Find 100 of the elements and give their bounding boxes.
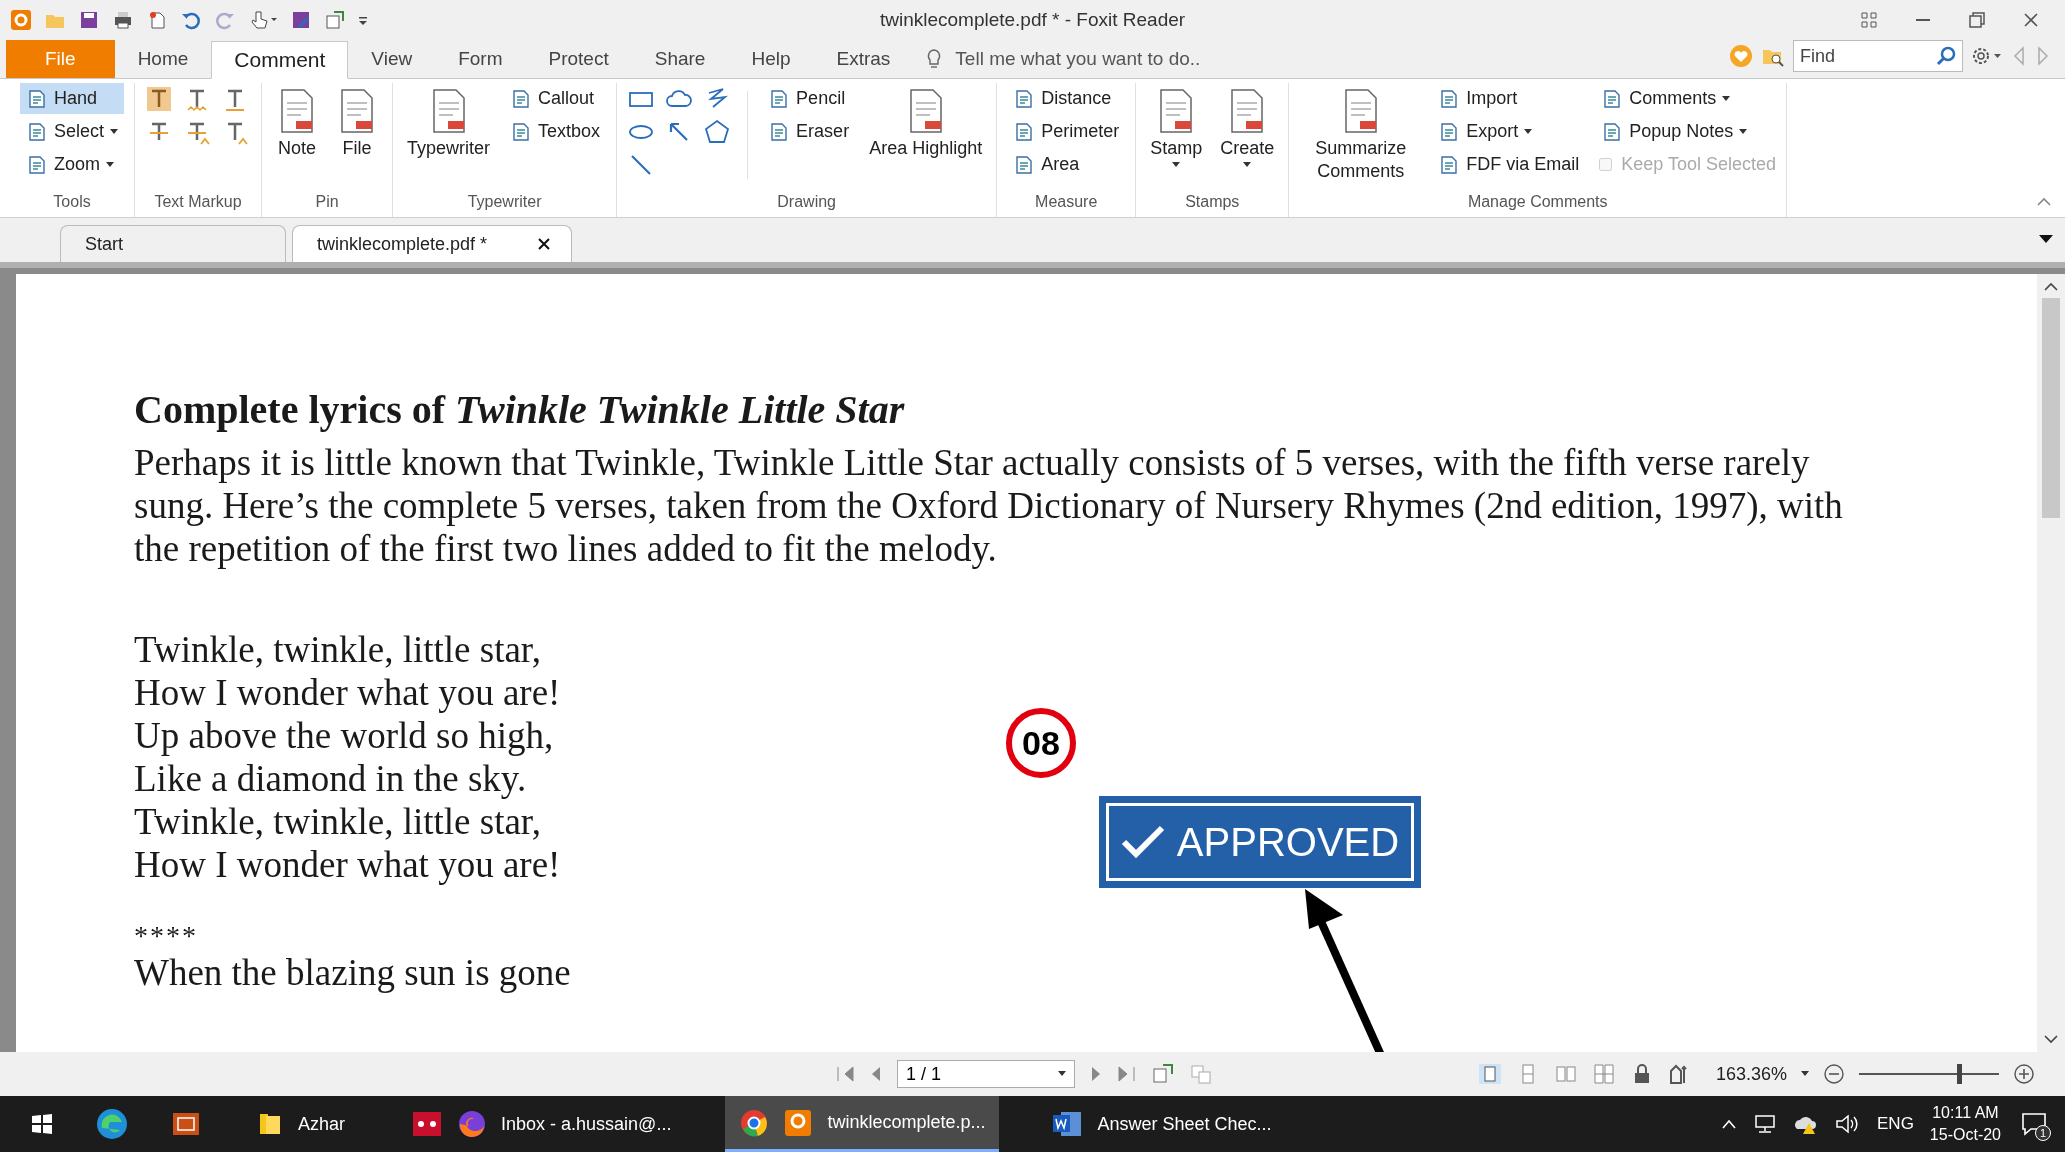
first-page-icon[interactable] bbox=[835, 1065, 855, 1083]
ribbon-tab[interactable]: Home bbox=[114, 40, 212, 78]
vertical-scrollbar[interactable] bbox=[2037, 274, 2065, 1052]
document-tab-label[interactable]: twinklecomplete.pdf * bbox=[317, 233, 488, 255]
scroll-down-icon[interactable] bbox=[2044, 1034, 2058, 1044]
verse-line: Up above the world so high, bbox=[134, 714, 554, 757]
clock-time[interactable]: 10:11 AM bbox=[1932, 1102, 1999, 1124]
ribbon-button[interactable]: Textbox bbox=[504, 116, 607, 147]
taskbar-app-button[interactable]: Answer Sheet Chec... bbox=[1039, 1096, 1286, 1152]
verse-line: Like a diamond in the sky. bbox=[134, 757, 527, 800]
network-icon[interactable] bbox=[1753, 1113, 1777, 1135]
ribbon-tab[interactable]: View bbox=[348, 40, 436, 78]
scroll-thumb[interactable] bbox=[2042, 298, 2060, 518]
ribbon-button[interactable]: Summarize Comments bbox=[1299, 83, 1423, 187]
caret-icon bbox=[1722, 95, 1731, 102]
notification-center-button[interactable]: 1 bbox=[2017, 1107, 2051, 1141]
ribbon-tab[interactable]: Help bbox=[728, 40, 814, 78]
ribbon-button[interactable]: Popup Notes bbox=[1595, 116, 1777, 147]
tell-me-field[interactable]: Tell me what you want to do.. bbox=[953, 47, 1358, 71]
browser-swirl-icon[interactable] bbox=[94, 1106, 130, 1142]
taskbar-app-button[interactable]: Azhar bbox=[242, 1096, 360, 1152]
zoom-out-icon[interactable] bbox=[1823, 1063, 1845, 1085]
ribbon-group-label: Tools bbox=[52, 192, 92, 212]
text-highlight-icon[interactable] bbox=[145, 85, 174, 113]
ribbon-tab[interactable]: Form bbox=[435, 40, 526, 78]
ribbon-group-label: Manage Comments bbox=[1466, 192, 1609, 212]
save-icon[interactable] bbox=[78, 9, 100, 31]
ribbon-button[interactable]: Distance bbox=[1007, 83, 1126, 114]
ribbon-button[interactable]: Note bbox=[272, 83, 323, 164]
ribbon-button[interactable]: FDF via Email bbox=[1432, 149, 1586, 180]
zoom-percentage[interactable]: 163.36% bbox=[1715, 1063, 1787, 1085]
zoom-in-icon[interactable] bbox=[2013, 1063, 2035, 1085]
ribbon-group-label: Pin bbox=[314, 192, 340, 212]
find-field[interactable]: Find bbox=[1793, 40, 1963, 72]
meeting-app-icon bbox=[413, 1110, 444, 1138]
ribbon-tab[interactable]: Protect bbox=[525, 40, 632, 78]
ribbon-button[interactable]: File bbox=[332, 83, 383, 164]
zoom-slider-thumb[interactable] bbox=[1957, 1064, 1962, 1084]
search-icon[interactable] bbox=[1935, 45, 1957, 67]
number-badge: 08 bbox=[1006, 708, 1076, 778]
ribbon-button[interactable]: Pencil bbox=[762, 83, 856, 114]
ribbon-button[interactable]: Callout bbox=[504, 83, 607, 114]
ribbon-button[interactable]: Hand bbox=[20, 83, 125, 114]
app-logo-icon[interactable] bbox=[10, 9, 32, 31]
document-tab[interactable]: twinklecomplete.pdf * bbox=[292, 225, 573, 262]
taskbar-app-button[interactable]: twinklecomplete.p... bbox=[725, 1096, 1000, 1152]
save-as-icon[interactable] bbox=[290, 9, 312, 31]
close-icon[interactable] bbox=[537, 237, 552, 251]
check-mark-icon bbox=[1120, 824, 1165, 860]
section-separator: **** bbox=[134, 920, 198, 952]
show-hidden-icons-caret[interactable] bbox=[1721, 1118, 1737, 1130]
intro-paragraph: Perhaps it is little known that Twinkle, Twinkle Little Star actually consists of 5 verses, with the fifth verse rarely sung. Here’s the complete 5 verses, taken from the Oxford Dictionary of Nursery Rhymes (2nd edition, 1997), with the repetition of the first two lines added to fit the melody. bbox=[134, 441, 1844, 570]
ribbon-button[interactable]: Perimeter bbox=[1007, 116, 1126, 147]
rotate-view-icon[interactable] bbox=[1151, 1063, 1175, 1085]
word-document-icon bbox=[1053, 1110, 1084, 1138]
fullscreen-icon[interactable] bbox=[1859, 10, 1879, 30]
ribbon-button[interactable]: Create bbox=[1216, 83, 1279, 172]
ribbon-tab[interactable]: Comment bbox=[211, 41, 349, 79]
taskbar-app-label[interactable]: Azhar bbox=[298, 1113, 346, 1135]
collapse-ribbon-icon[interactable] bbox=[2037, 197, 2051, 207]
language-indicator[interactable]: ENG bbox=[1877, 1114, 1914, 1134]
clock-date[interactable]: 15-Oct-20 bbox=[1929, 1124, 2001, 1146]
polygon-tool-icon[interactable] bbox=[703, 118, 732, 146]
taskbar-app-label[interactable]: Inbox - a.hussain@... bbox=[501, 1113, 672, 1135]
print-icon[interactable] bbox=[112, 9, 134, 31]
ribbon-button[interactable]: Stamp bbox=[1146, 83, 1207, 172]
caret-icon[interactable] bbox=[1801, 1071, 1809, 1077]
scroll-up-icon[interactable] bbox=[2044, 282, 2058, 292]
ribbon-group-label: Text Markup bbox=[153, 192, 243, 212]
caret-icon bbox=[1172, 162, 1181, 168]
ribbon-button[interactable]: Export bbox=[1432, 116, 1586, 147]
ribbon-tab[interactable]: Extras bbox=[813, 40, 914, 78]
ribbon-button[interactable]: Area Highlight bbox=[865, 83, 987, 164]
taskbar-app-label[interactable]: twinklecomplete.p... bbox=[827, 1112, 986, 1133]
document-tab[interactable]: Start bbox=[60, 225, 286, 262]
ribbon-button[interactable]: Import bbox=[1432, 83, 1586, 114]
ribbon-button[interactable]: Zoom bbox=[20, 149, 125, 180]
taskbar-app-button[interactable]: Inbox - a.hussain@... bbox=[399, 1096, 686, 1152]
ribbon-button[interactable]: Select bbox=[20, 116, 125, 147]
ribbon-tab[interactable]: Share bbox=[631, 40, 729, 78]
restore-icon[interactable] bbox=[1967, 10, 1987, 30]
ribbon-button[interactable]: Eraser bbox=[762, 116, 856, 147]
single-page-icon[interactable] bbox=[1477, 1063, 1502, 1085]
verse-line: How I wonder what you are! bbox=[134, 843, 561, 886]
notification-count: 1 bbox=[2035, 1125, 2051, 1141]
verse-line: Twinkle, twinkle, little star, bbox=[134, 628, 541, 671]
ribbon-button[interactable]: Typewriter bbox=[403, 83, 495, 164]
document-tab-label[interactable]: Start bbox=[85, 233, 123, 255]
caret-icon bbox=[1058, 1071, 1066, 1077]
ribbon-button[interactable]: Area bbox=[1007, 149, 1126, 180]
caret-icon bbox=[110, 128, 119, 135]
caret-icon bbox=[1524, 128, 1533, 135]
tab-list-caret-icon[interactable] bbox=[2039, 234, 2053, 244]
last-page-icon[interactable] bbox=[1117, 1065, 1137, 1083]
windows-start-icon[interactable] bbox=[30, 1112, 54, 1136]
ribbon-button[interactable]: Comments bbox=[1595, 83, 1777, 114]
taskbar-app-label[interactable]: Answer Sheet Chec... bbox=[1097, 1113, 1272, 1135]
settings-icon[interactable] bbox=[1971, 45, 2003, 67]
page-number-field[interactable]: 1 / 1 bbox=[897, 1060, 1075, 1088]
export-icon[interactable] bbox=[324, 9, 346, 31]
